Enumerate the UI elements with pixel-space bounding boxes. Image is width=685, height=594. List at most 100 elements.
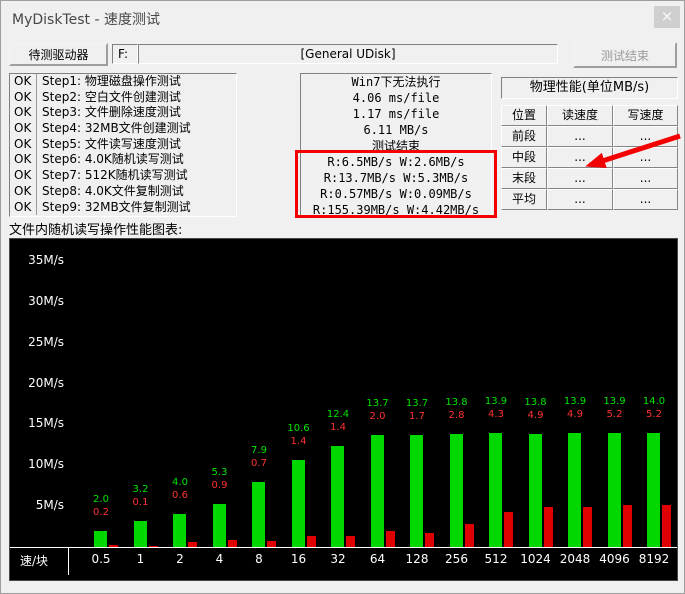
step-status: OK xyxy=(10,90,37,106)
finish-test-button[interactable]: 测试结束 xyxy=(573,42,677,68)
read-bar xyxy=(489,433,502,547)
performance-chart: 速/块 5M/s10M/s15M/s20M/s25M/s30M/s35M/s2.… xyxy=(9,238,678,581)
step-status: OK xyxy=(10,152,37,168)
close-button[interactable]: × xyxy=(654,6,680,28)
read-value-label: 13.8 xyxy=(436,397,478,409)
drive-select-button[interactable]: 待测驱动器 xyxy=(9,43,108,66)
read-bar xyxy=(94,531,107,547)
write-value-label: 0.1 xyxy=(120,497,162,509)
x-axis-tick-label: 2048 xyxy=(555,552,595,566)
read-value-label: 5.3 xyxy=(199,467,241,479)
step-row[interactable]: OK Step9: 32MB文件复制测试 xyxy=(10,200,236,216)
read-bar xyxy=(647,433,660,547)
step-row[interactable]: OK Step1: 物理磁盘操作测试 xyxy=(10,74,236,90)
read-bar xyxy=(529,434,542,547)
read-value-label: 13.7 xyxy=(357,398,399,410)
read-bar xyxy=(252,482,265,547)
x-axis-tick-label: 16 xyxy=(279,552,319,566)
write-value-label: 4.9 xyxy=(515,410,557,422)
step-label: Step7: 512K随机读写测试 xyxy=(37,168,188,184)
step-label: Step8: 4.0K文件复制测试 xyxy=(37,184,184,200)
write-value-label: 4.9 xyxy=(554,409,596,421)
device-name-field[interactable]: [General UDisk] xyxy=(138,44,558,64)
step-label: Step6: 4.0K随机读写测试 xyxy=(37,152,184,168)
read-bar xyxy=(608,433,621,547)
results-panel: Win7下无法执行 4.06 ms/file 1.17 ms/file 6.11… xyxy=(300,73,492,217)
x-axis-tick-label: 256 xyxy=(437,552,477,566)
x-axis-tick-label: 4096 xyxy=(595,552,635,566)
read-bar xyxy=(331,446,344,547)
perf-write-cell: ... xyxy=(613,126,678,147)
write-value-label: 5.2 xyxy=(594,409,636,421)
write-value-label: 2.0 xyxy=(357,411,399,423)
write-bar xyxy=(583,507,592,547)
write-value-label: 0.9 xyxy=(199,480,241,492)
write-value-label: 1.4 xyxy=(278,436,320,448)
step-status: OK xyxy=(10,168,37,184)
write-value-label: 1.4 xyxy=(317,422,359,434)
write-value-label: 0.7 xyxy=(238,458,280,470)
read-value-label: 13.7 xyxy=(396,398,438,410)
write-bar xyxy=(386,531,395,547)
y-axis-tick-label: 5M/s xyxy=(10,498,64,513)
perf-read-cell: ... xyxy=(547,168,613,189)
x-axis-tick-label: 512 xyxy=(476,552,516,566)
read-value-label: 13.9 xyxy=(554,396,596,408)
read-bar xyxy=(410,435,423,547)
step-row[interactable]: OK Step8: 4.0K文件复制测试 xyxy=(10,184,236,200)
step-list[interactable]: OK Step1: 物理磁盘操作测试 OK Step2: 空白文件创建测试 OK… xyxy=(9,73,237,217)
x-axis-tick-label: 128 xyxy=(397,552,437,566)
write-bar xyxy=(623,505,632,547)
drive-letter-field[interactable]: F: xyxy=(112,44,138,64)
perf-row-label: 前段 xyxy=(501,126,547,147)
step-row[interactable]: OK Step6: 4.0K随机读写测试 xyxy=(10,152,236,168)
y-axis-tick-label: 15M/s xyxy=(10,416,64,431)
read-value-label: 3.2 xyxy=(120,484,162,496)
read-value-label: 10.6 xyxy=(278,423,320,435)
step-row[interactable]: OK Step5: 文件读写速度测试 xyxy=(10,137,236,153)
step-status: OK xyxy=(10,105,37,121)
y-axis-tick-label: 25M/s xyxy=(10,335,64,350)
title-bar[interactable]: MyDiskTest - 速度测试 × xyxy=(1,1,684,33)
read-value-label: 7.9 xyxy=(238,445,280,457)
perf-write-cell: ... xyxy=(613,168,678,189)
step-row[interactable]: OK Step3: 文件删除速度测试 xyxy=(10,105,236,121)
perf-header-cell: 读速度 xyxy=(547,105,613,126)
write-bar xyxy=(267,541,276,547)
write-bar xyxy=(307,536,316,547)
result-line: 1.17 ms/file xyxy=(301,106,491,122)
result-line-highlight: R:0.57MB/s W:0.09MB/s xyxy=(301,186,491,202)
perf-read-cell: ... xyxy=(547,189,613,210)
result-line: 测试结束 xyxy=(301,138,491,154)
step-status: OK xyxy=(10,184,37,200)
read-bar xyxy=(213,504,226,547)
perf-read-cell: ... xyxy=(547,126,613,147)
step-row[interactable]: OK Step7: 512K随机读写测试 xyxy=(10,168,236,184)
read-value-label: 14.0 xyxy=(633,396,675,408)
result-line: 6.11 MB/s xyxy=(301,122,491,138)
step-label: Step1: 物理磁盘操作测试 xyxy=(37,74,181,90)
result-line: 4.06 ms/file xyxy=(301,90,491,106)
step-status: OK xyxy=(10,200,37,216)
read-value-label: 12.4 xyxy=(317,409,359,421)
close-icon: × xyxy=(661,7,674,25)
y-axis-tick-label: 20M/s xyxy=(10,376,64,391)
write-value-label: 1.7 xyxy=(396,411,438,423)
read-value-label: 13.9 xyxy=(594,396,636,408)
chart-section-title: 文件内随机读写操作性能图表: xyxy=(9,219,182,238)
result-line-highlight: R:13.7MB/s W:5.3MB/s xyxy=(301,170,491,186)
read-bar xyxy=(134,521,147,547)
step-row[interactable]: OK Step4: 32MB文件创建测试 xyxy=(10,121,236,137)
write-bar xyxy=(504,512,513,547)
read-value-label: 13.9 xyxy=(475,396,517,408)
x-axis-line xyxy=(10,547,678,548)
step-row[interactable]: OK Step2: 空白文件创建测试 xyxy=(10,90,236,106)
result-line-highlight: R:155.39MB/s W:4.42MB/s xyxy=(301,202,491,217)
write-bar xyxy=(346,536,355,547)
perf-row-label: 平均 xyxy=(501,189,547,210)
write-value-label: 0.2 xyxy=(80,507,122,519)
x-axis-tick-label: 1024 xyxy=(516,552,556,566)
read-value-label: 4.0 xyxy=(159,477,201,489)
x-axis-unit-label: 速/块 xyxy=(20,552,48,569)
perf-read-cell: ... xyxy=(547,147,613,168)
